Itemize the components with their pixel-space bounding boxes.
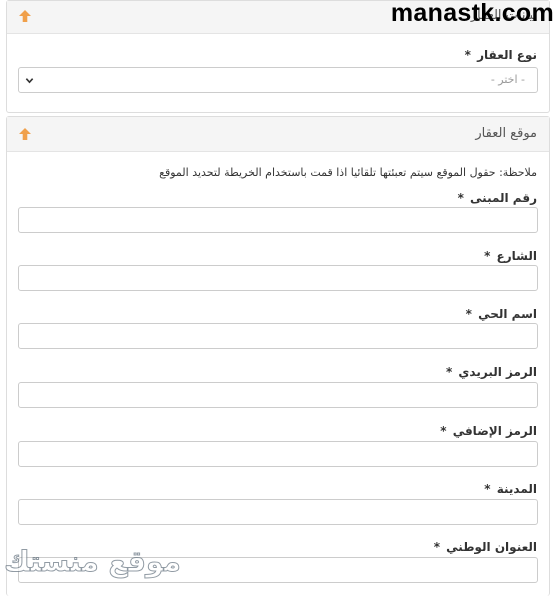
property-type-select[interactable]: - اختر -	[18, 67, 538, 93]
street-label: الشارع *	[484, 249, 537, 263]
street-input[interactable]	[18, 265, 538, 291]
arrow-up-icon[interactable]	[18, 9, 32, 23]
chevron-down-icon	[25, 78, 34, 84]
district-name-input[interactable]	[18, 323, 538, 349]
bottom-watermark: موقع منستك	[4, 545, 181, 579]
panel-title: موقع العقار	[475, 126, 537, 141]
city-label: المدينة *	[484, 482, 537, 496]
arrow-up-icon[interactable]	[18, 127, 32, 141]
district-name-label: اسم الحي *	[465, 307, 537, 321]
panel-header: موقع العقار	[7, 117, 549, 152]
select-value: - اختر -	[490, 73, 525, 86]
property-location-panel: موقع العقار ملاحظة: حقول الموقع سيتم تعب…	[6, 116, 550, 596]
postal-code-label: الرمز البريدي *	[445, 365, 537, 379]
building-number-label: رقم المبنى *	[457, 191, 537, 205]
additional-code-input[interactable]	[18, 441, 538, 467]
location-note: ملاحظة: حقول الموقع سيتم تعبئتها تلقائيا…	[159, 166, 537, 179]
building-number-input[interactable]	[18, 207, 538, 233]
property-type-label: نوع العقار *	[464, 48, 537, 62]
national-address-label: العنوان الوطني *	[433, 540, 537, 554]
postal-code-input[interactable]	[18, 382, 538, 408]
site-watermark: manastk.com	[390, 0, 554, 27]
city-input[interactable]	[18, 499, 538, 525]
additional-code-label: الرمز الإضافي *	[440, 424, 537, 438]
